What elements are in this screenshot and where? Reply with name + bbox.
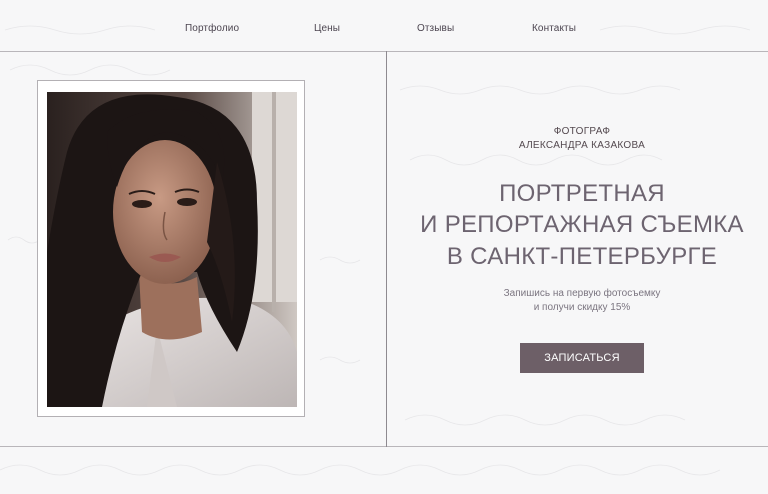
photographer-name: АЛЕКСАНДРА КАЗАКОВА xyxy=(518,140,646,151)
portrait-illustration xyxy=(47,92,297,407)
nav-link-contacts[interactable]: Контакты xyxy=(532,23,576,34)
offer-line-2: и получи скидку 15% xyxy=(533,302,631,313)
nav-link-portfolio[interactable]: Портфолио xyxy=(185,23,239,34)
offer-line-1: Запишись на первую фотосъемку xyxy=(503,288,661,299)
signup-button[interactable]: ЗАПИСАТЬСЯ xyxy=(520,343,644,373)
hero-section: ФОТОГРАФ АЛЕКСАНДРА КАЗАКОВА ПОРТРЕТНАЯ … xyxy=(387,51,768,447)
headline-line-3: В САНКТ-ПЕТЕРБУРГЕ xyxy=(446,243,718,270)
top-navigation: Портфолио Цены Отзывы Контакты xyxy=(0,0,768,51)
headline-line-1: ПОРТРЕТНАЯ xyxy=(499,180,665,207)
photographer-role: ФОТОГРАФ xyxy=(553,126,611,137)
portrait-photo xyxy=(47,92,297,407)
nav-link-prices[interactable]: Цены xyxy=(314,23,340,34)
headline-line-2: И РЕПОРТАЖНАЯ СЪЕМКА xyxy=(420,211,744,238)
nav-link-reviews[interactable]: Отзывы xyxy=(417,23,454,34)
